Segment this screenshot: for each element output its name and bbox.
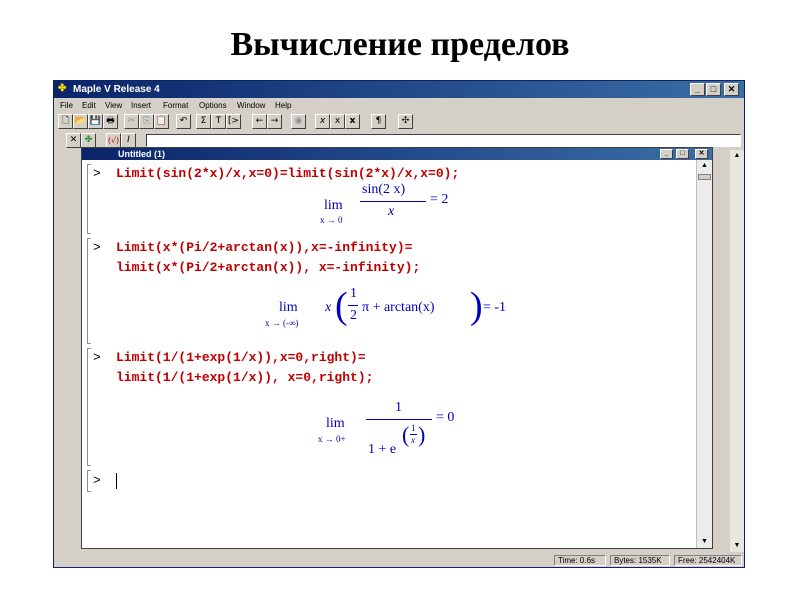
window-title: Maple V Release 4	[73, 84, 160, 95]
worksheet-window: Untitled (1) _ □ ✕ > Limit(sin(2*x)/x,x=…	[81, 147, 713, 549]
status-time: Time: 0.6s	[554, 555, 606, 566]
move-icon[interactable]: ✣	[398, 114, 413, 129]
input-line-5[interactable]: limit(1/(1+exp(1/x)), x=0,right);	[116, 370, 373, 385]
prompt: >	[93, 166, 101, 181]
input-line-2[interactable]: Limit(x*(Pi/2+arctan(x)),x=-infinity)=	[116, 240, 412, 255]
menu-insert[interactable]: Insert	[131, 101, 151, 110]
slide-title: Вычисление пределов	[230, 26, 570, 63]
new-icon[interactable]: 🗋	[58, 114, 73, 129]
group-bracket[interactable]	[87, 348, 91, 466]
close-math-icon[interactable]: ✕	[66, 133, 81, 148]
x-roman-icon[interactable]: x	[330, 114, 345, 129]
cut-icon[interactable]: ✂	[124, 114, 139, 129]
command-input[interactable]	[146, 134, 741, 147]
stop-icon[interactable]: ◉	[291, 114, 306, 129]
maple-window: ✤ Maple V Release 4 _ □ ✕ File Edit View…	[53, 80, 745, 568]
input-line-1[interactable]: Limit(sin(2*x)/x,x=0)=limit(sin(2*x)/x,x…	[116, 166, 459, 181]
print-icon[interactable]: 🖶	[103, 114, 118, 129]
worksheet-body[interactable]: > Limit(sin(2*x)/x,x=0)=limit(sin(2*x)/x…	[82, 160, 712, 548]
prompt: >	[93, 473, 101, 488]
x-italic-icon[interactable]: x	[315, 114, 330, 129]
status-bar: Time: 0.6s Bytes: 1535K Free: 2542404K	[54, 554, 744, 567]
doc-maximize-button[interactable]: □	[676, 149, 689, 159]
prompt: >	[93, 350, 101, 365]
paste-icon[interactable]: 📋	[154, 114, 169, 129]
paragraph-icon[interactable]: ¶	[371, 114, 386, 129]
main-toolbar: 🗋 📂 💾 🖶 ✂ ⎘ 📋 ↶ Σ T [> ← → ◉ x x x ¶ ✣	[58, 114, 740, 130]
input-line-3[interactable]: limit(x*(Pi/2+arctan(x)), x=-infinity);	[116, 260, 420, 275]
scroll-down-icon[interactable]: ▼	[697, 536, 712, 548]
window-titlebar: ✤ Maple V Release 4 _ □ ✕	[54, 81, 744, 98]
copy-icon[interactable]: ⎘	[139, 114, 154, 129]
window-scrollbar[interactable]: ▲ ▼	[730, 150, 744, 552]
forward-icon[interactable]: →	[267, 114, 282, 129]
doc-close-button[interactable]: ✕	[695, 149, 708, 159]
worksheet-scrollbar[interactable]: ▲ ▼	[696, 160, 712, 548]
group-bracket[interactable]	[87, 164, 91, 234]
menu-edit[interactable]: Edit	[82, 101, 96, 110]
menu-help[interactable]: Help	[275, 101, 291, 110]
output-limit-3: lim x → 0+ 1 1 + e ( 1 x ) = 0	[318, 400, 455, 457]
prompt: >	[93, 240, 101, 255]
outer-scroll-up-icon[interactable]: ▲	[730, 150, 744, 162]
input-line-4[interactable]: Limit(1/(1+exp(1/x)),x=0,right)=	[116, 350, 366, 365]
group-bracket[interactable]	[87, 238, 91, 344]
menu-options[interactable]: Options	[199, 101, 227, 110]
doc-minimize-button[interactable]: _	[660, 149, 673, 159]
x-bold-icon[interactable]: x	[345, 114, 360, 129]
undo-icon[interactable]: ↶	[176, 114, 191, 129]
math-input-icon[interactable]: (√)	[106, 133, 121, 148]
maximize-button[interactable]: □	[706, 83, 721, 96]
minimize-button[interactable]: _	[690, 83, 705, 96]
menu-file[interactable]: File	[60, 101, 73, 110]
text-icon[interactable]: T	[211, 114, 226, 129]
menu-format[interactable]: Format	[163, 101, 188, 110]
status-bytes: Bytes: 1535K	[610, 555, 670, 566]
scroll-thumb[interactable]	[698, 174, 711, 180]
maple-leaf-icon: ✤	[58, 83, 67, 94]
maple-leaf-button-icon[interactable]: ✤	[81, 133, 96, 148]
group-bracket[interactable]	[87, 470, 91, 492]
output-limit-1: lim x → 0 sin(2 x) x = 2	[320, 182, 449, 225]
close-button[interactable]: ✕	[724, 83, 739, 96]
open-icon[interactable]: 📂	[73, 114, 88, 129]
back-icon[interactable]: ←	[252, 114, 267, 129]
status-free: Free: 2542404K	[674, 555, 742, 566]
scroll-up-icon[interactable]: ▲	[697, 160, 712, 172]
menubar: File Edit View Insert Format Options Win…	[54, 99, 744, 113]
save-icon[interactable]: 💾	[88, 114, 103, 129]
menu-window[interactable]: Window	[237, 101, 265, 110]
text-cursor	[116, 473, 117, 489]
worksheet-title: Untitled (1)	[118, 149, 165, 159]
sigma-icon[interactable]: Σ	[196, 114, 211, 129]
execute-icon[interactable]: [>	[226, 114, 241, 129]
outer-scroll-down-icon[interactable]: ▼	[730, 540, 744, 552]
menu-view[interactable]: View	[105, 101, 122, 110]
italic-input-icon[interactable]: I	[121, 133, 136, 148]
worksheet-titlebar: Untitled (1) _ □ ✕	[82, 148, 712, 160]
output-limit-2: lim x → (-∞) x ( 1 2 π + arctan(x) ) = -…	[265, 285, 507, 328]
